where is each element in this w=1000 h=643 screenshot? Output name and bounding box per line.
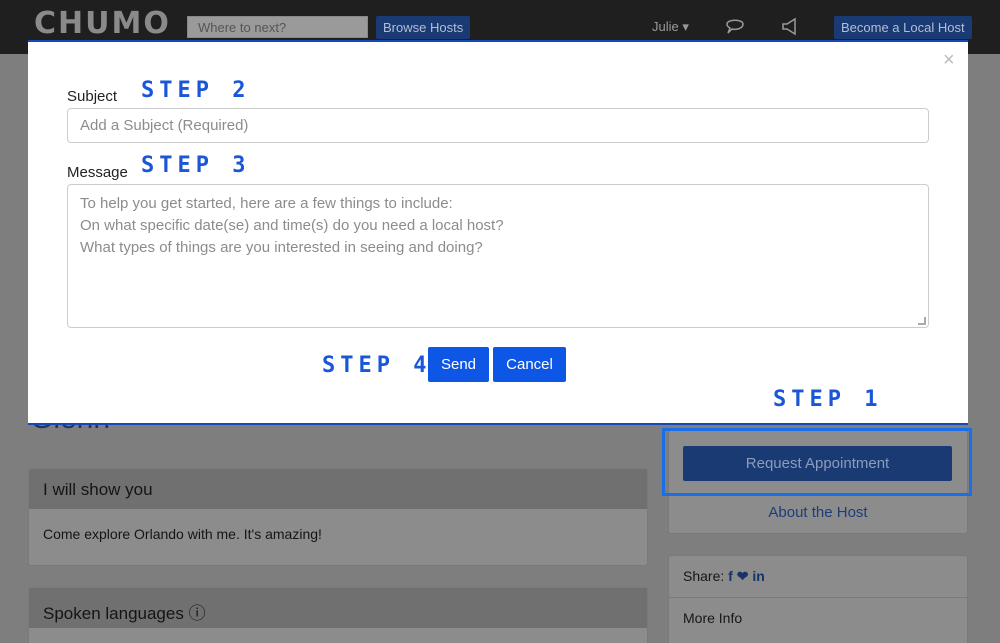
- show-you-title: I will show you: [29, 469, 647, 509]
- user-name: Julie: [652, 19, 679, 34]
- subject-input[interactable]: Add a Subject (Required): [67, 108, 929, 143]
- browse-hosts-button[interactable]: Browse Hosts: [376, 16, 471, 39]
- resize-handle-icon[interactable]: [918, 317, 926, 325]
- user-menu[interactable]: Julie ▾: [652, 19, 689, 35]
- message-textarea[interactable]: To help you get started, here are a few …: [67, 184, 929, 328]
- message-placeholder-line: On what specific date(se) and time(s) do…: [80, 217, 504, 234]
- message-placeholder-line: To help you get started, here are a few …: [80, 195, 453, 212]
- share-label: Share:: [683, 568, 725, 584]
- social-icons[interactable]: f ❤ in: [728, 568, 765, 584]
- message-placeholder-line: What types of things are you interested …: [80, 239, 483, 256]
- divider: [668, 597, 968, 598]
- step1-highlight-box: [662, 428, 972, 496]
- more-info-link[interactable]: More Info: [683, 610, 742, 626]
- subject-label: Subject: [67, 88, 118, 105]
- info-icon[interactable]: ⓘ: [189, 604, 206, 623]
- become-local-host-button[interactable]: Become a Local Host: [834, 16, 972, 39]
- chat-bubble-icon[interactable]: [724, 15, 746, 37]
- spoken-languages-title: Spoken languages: [43, 604, 184, 623]
- spoken-languages-panel: Spoken languages ⓘ: [28, 587, 648, 643]
- step2-annotation: STEP 2: [141, 78, 251, 103]
- site-logo[interactable]: CHUMO: [34, 6, 171, 41]
- step4-annotation: STEP 4: [322, 353, 432, 378]
- cancel-button[interactable]: Cancel: [493, 347, 566, 382]
- show-you-panel: I will show you Come explore Orlando wit…: [28, 468, 648, 566]
- close-icon[interactable]: ×: [943, 50, 955, 70]
- destination-search-input[interactable]: Where to next?: [187, 16, 368, 38]
- message-label: Message: [67, 164, 128, 181]
- step1-annotation: STEP 1: [773, 387, 883, 412]
- send-button[interactable]: Send: [428, 347, 489, 382]
- share-row: Share: f ❤ in: [683, 568, 765, 585]
- about-host-link[interactable]: About the Host: [668, 504, 968, 521]
- step3-annotation: STEP 3: [141, 153, 251, 178]
- spoken-languages-header: Spoken languages ⓘ: [29, 588, 647, 628]
- caret-down-icon: ▾: [682, 19, 689, 34]
- megaphone-icon[interactable]: [779, 15, 801, 37]
- show-you-body: Come explore Orlando with me. It's amazi…: [43, 526, 322, 542]
